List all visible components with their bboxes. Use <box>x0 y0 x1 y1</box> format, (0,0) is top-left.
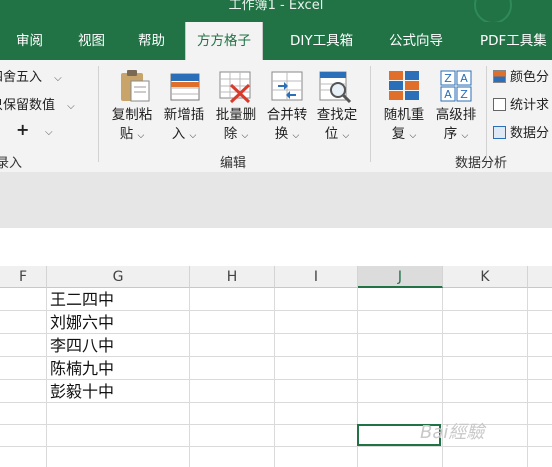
chevron-down-icon: ⌵ <box>292 131 300 141</box>
find-icon <box>319 71 352 104</box>
merge-convert-button[interactable]: 合并转换 ⌵ <box>262 64 312 152</box>
chevron-down-icon: ⌵ <box>67 101 75 112</box>
color-analysis-label: 颜色分 <box>510 70 550 85</box>
tab-formula-wizard[interactable]: 公式向导 <box>389 22 443 60</box>
title-bar: 工作簿1 - Excel <box>0 0 552 24</box>
svg-text:A: A <box>460 72 468 85</box>
column-header-h[interactable]: H <box>190 266 275 288</box>
column-header-i[interactable]: I <box>275 266 358 288</box>
grid-line <box>0 333 552 334</box>
ribbon-tabs: 审阅 视图 帮助 方方格子 DIY工具箱 公式向导 PDF工具集 <box>0 22 552 60</box>
random-label2: 复 <box>391 126 406 142</box>
watermark: Bai經驗 <box>420 422 485 443</box>
group-label-edit: 编辑 <box>220 156 247 171</box>
stats-label: 统计求 <box>510 98 550 113</box>
formula-bar-area <box>0 172 552 228</box>
find-locate-button[interactable]: 查找定位 ⌵ <box>312 64 362 152</box>
random-repeat-button[interactable]: 随机重复 ⌵ <box>378 64 430 152</box>
copy-paste-label2: 贴 <box>119 126 134 142</box>
chevron-down-icon: ⌵ <box>137 131 145 141</box>
chevron-down-icon: ⌵ <box>342 131 350 141</box>
merge-icon <box>271 71 303 101</box>
chevron-down-icon: ⌵ <box>409 131 417 141</box>
round-button[interactable]: 四舍五入 ⌵ <box>0 66 62 85</box>
plus-button[interactable]: + ⌵ <box>16 120 53 139</box>
merge-label: 合并转 <box>266 107 308 123</box>
chevron-down-icon: ⌵ <box>189 131 197 141</box>
cell-g4[interactable]: 陈楠九中 <box>50 359 114 379</box>
data-analysis-label: 数据分 <box>510 126 550 141</box>
advanced-sort-button[interactable]: Z A A Z 高级排序 ⌵ <box>430 64 482 152</box>
sort-label2: 序 <box>443 126 458 142</box>
plus-label: + <box>16 120 30 139</box>
grid-line <box>274 288 275 467</box>
cell-g3[interactable]: 李四八中 <box>50 336 114 356</box>
data-analysis-button[interactable]: 数据分 <box>493 122 549 141</box>
find-label2: 位 <box>324 126 339 142</box>
chevron-down-icon: ⌵ <box>461 131 469 141</box>
random-icon <box>389 71 419 100</box>
svg-text:Z: Z <box>460 88 468 101</box>
merge-label2: 换 <box>274 126 289 142</box>
keep-values-label: 只保留数值 <box>0 98 56 113</box>
group-divider <box>370 66 371 162</box>
stats-icon <box>493 98 506 111</box>
batch-delete-label2: 除 <box>223 126 238 142</box>
group-label-input: 录入 <box>0 156 23 171</box>
group-label-analysis: 数据分析 <box>455 156 508 171</box>
color-analysis-button[interactable]: 颜色分 <box>493 66 549 85</box>
cell-g5[interactable]: 彭毅十中 <box>50 382 114 402</box>
paste-icon <box>121 70 150 102</box>
grid-line <box>0 446 552 447</box>
svg-text:A: A <box>444 88 452 101</box>
chevron-down-icon: ⌵ <box>241 131 249 141</box>
sort-label: 高级排 <box>435 107 477 123</box>
tab-help[interactable]: 帮助 <box>138 22 165 60</box>
group-divider <box>486 66 487 162</box>
grid-line <box>0 310 552 311</box>
column-header-j[interactable]: J <box>358 266 443 288</box>
title-decoration <box>474 0 512 24</box>
cell-g2[interactable]: 刘娜六中 <box>50 313 114 333</box>
delete-icon <box>219 71 251 104</box>
insert-label2: 入 <box>171 126 186 142</box>
grid-line <box>0 402 552 403</box>
column-header-l[interactable] <box>528 266 552 288</box>
batch-delete-label: 批量删 <box>215 107 257 123</box>
column-header-g[interactable]: G <box>47 266 190 288</box>
keep-values-button[interactable]: 只保留数值 ⌵ <box>0 94 75 113</box>
round-label: 四舍五入 <box>0 70 43 85</box>
data-icon <box>493 126 506 139</box>
insert-icon <box>170 73 200 101</box>
grid-line <box>0 379 552 380</box>
sheet-top-area <box>0 228 552 267</box>
column-header-k[interactable]: K <box>443 266 528 288</box>
copy-paste-label: 复制粘 <box>111 107 153 123</box>
column-header-f[interactable]: F <box>0 266 47 288</box>
svg-text:Z: Z <box>444 72 452 85</box>
grid-line <box>46 288 47 467</box>
sort-icon: Z A A Z <box>440 70 472 102</box>
grid-line <box>189 288 190 467</box>
find-label: 查找定 <box>316 107 358 123</box>
copy-paste-button[interactable]: 复制粘贴 ⌵ <box>106 64 158 152</box>
tab-fangfang[interactable]: 方方格子 <box>185 22 263 60</box>
tab-diy-toolbox[interactable]: DIY工具箱 <box>290 22 353 60</box>
grid-line <box>0 356 552 357</box>
insert-label: 新增插 <box>163 107 205 123</box>
insert-button[interactable]: 新增插入 ⌵ <box>158 64 210 152</box>
tab-pdf-tools[interactable]: PDF工具集 <box>480 22 547 60</box>
batch-delete-button[interactable]: 批量删除 ⌵ <box>210 64 262 152</box>
cell-g1[interactable]: 王二四中 <box>50 290 114 310</box>
grid-line <box>527 288 528 467</box>
tab-review[interactable]: 审阅 <box>16 22 43 60</box>
group-divider <box>98 66 99 162</box>
chevron-down-icon: ⌵ <box>44 127 53 138</box>
random-label: 随机重 <box>383 107 425 123</box>
window-title: 工作簿1 - Excel <box>228 0 324 13</box>
color-icon <box>493 70 506 83</box>
chevron-down-icon: ⌵ <box>54 73 62 84</box>
stats-button[interactable]: 统计求 <box>493 94 549 113</box>
tab-view[interactable]: 视图 <box>78 22 105 60</box>
